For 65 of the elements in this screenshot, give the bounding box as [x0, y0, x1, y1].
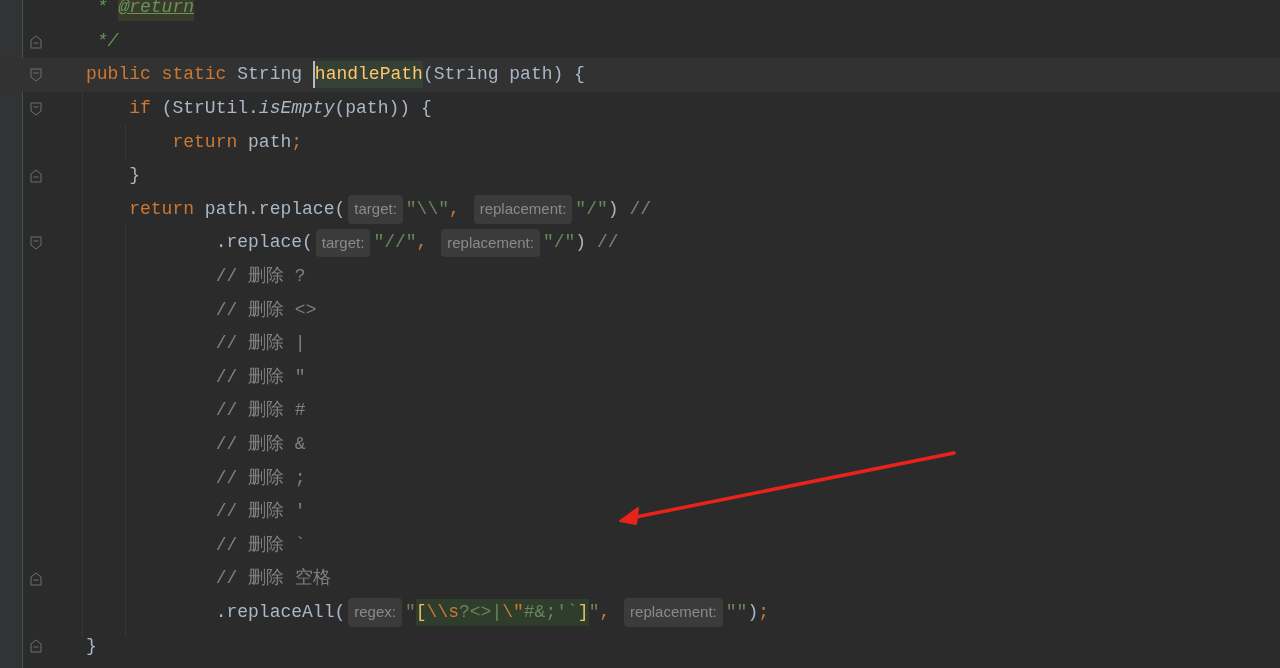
fold-end-icon[interactable] — [30, 572, 42, 587]
code-comment: // 删除 ' — [215, 500, 306, 524]
code-comment: // 删除 " — [215, 365, 306, 389]
string-literal: "" — [725, 601, 748, 624]
code-text: ) — [607, 197, 620, 221]
code-text: ) — [575, 231, 588, 255]
code-text: (StrUtil. — [161, 97, 259, 121]
code-text: (String path) { — [422, 63, 585, 87]
doc-tag: @return — [118, 0, 195, 22]
code-comment: // 删除 | — [215, 332, 306, 356]
fold-end-icon[interactable] — [30, 639, 42, 654]
keyword-text: if — [129, 97, 152, 121]
keyword-text: return — [172, 130, 239, 154]
code-comment: // — [596, 231, 619, 255]
code-text: String — [237, 63, 304, 87]
keyword-text: , — [599, 601, 612, 624]
parameter-hint: replacement: — [473, 195, 573, 224]
keyword-text: ; — [291, 130, 303, 154]
string-literal: " — [588, 601, 600, 624]
code-comment: // 删除 ? — [215, 265, 306, 289]
escape-sequence: \" — [502, 599, 524, 626]
keyword-text: , — [416, 231, 429, 255]
fold-end-icon[interactable] — [30, 168, 42, 183]
keyword-text: public static — [86, 63, 228, 87]
doc-comment: */ — [95, 29, 119, 53]
code-comment: // 删除 # — [215, 399, 306, 423]
string-literal: #&;'` — [523, 599, 578, 626]
escape-sequence: \\s — [426, 599, 459, 626]
code-comment: // — [629, 197, 651, 221]
regex-bracket: ] — [577, 599, 589, 626]
parameter-hint: target: — [348, 195, 403, 224]
fold-collapse-icon[interactable] — [30, 68, 42, 83]
method-name: handlePath — [312, 61, 423, 89]
method-call: isEmpty — [258, 97, 335, 121]
code-comment: // 删除 & — [215, 433, 306, 456]
code-text: } — [129, 164, 141, 188]
regex-bracket: [ — [415, 599, 427, 626]
fold-collapse-icon[interactable] — [30, 236, 42, 251]
keyword-text: return — [129, 197, 196, 221]
string-literal: "/" — [542, 231, 576, 255]
doc-comment: * — [95, 0, 109, 20]
string-literal: " — [404, 601, 416, 624]
code-text: (path)) { — [334, 97, 432, 121]
code-text: path — [248, 130, 292, 154]
string-literal: "/" — [575, 197, 608, 221]
string-literal: ?<>| — [459, 599, 503, 626]
parameter-hint: regex: — [348, 598, 402, 627]
code-text: path.replace( — [204, 197, 346, 221]
keyword-text: , — [449, 197, 461, 221]
code-comment: // 删除 空格 — [215, 567, 331, 591]
parameter-hint: replacement: — [624, 598, 723, 627]
code-text: ) — [747, 601, 759, 624]
fold-collapse-icon[interactable] — [30, 101, 42, 116]
code-text: .replaceAll( — [215, 601, 346, 624]
keyword-text: ; — [758, 601, 769, 624]
code-comment: // 删除 ` — [215, 533, 306, 557]
code-comment: // 删除 ; — [215, 466, 306, 490]
code-comment: // 删除 <> — [215, 298, 317, 322]
parameter-hint: replacement: — [441, 228, 540, 258]
code-text: .replace( — [215, 231, 313, 255]
string-literal: "\\" — [405, 197, 450, 221]
fold-end-icon[interactable] — [30, 34, 42, 49]
string-literal: "//" — [373, 231, 417, 255]
code-text: } — [86, 634, 97, 658]
parameter-hint: target: — [315, 228, 371, 258]
